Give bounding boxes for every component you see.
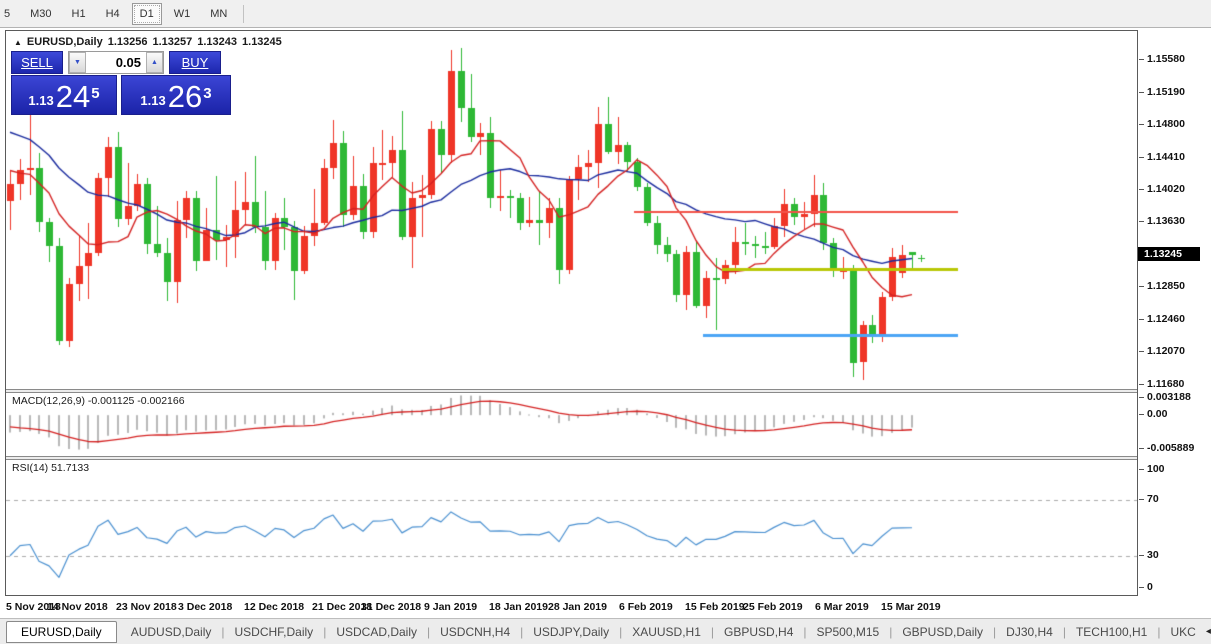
tab-usdjpy-daily[interactable]: USDJPY,Daily: [523, 622, 619, 642]
timeframe-toolbar: 5 M30 H1 H4 D1 W1 MN: [0, 0, 1211, 28]
tab-tech100-h1[interactable]: TECH100,H1: [1066, 622, 1157, 642]
date-tick: 6 Mar 2019: [815, 601, 869, 613]
date-tick: 15 Feb 2019: [685, 601, 745, 613]
date-tick: 23 Nov 2018: [116, 601, 177, 613]
volume-input[interactable]: [86, 52, 146, 73]
sell-price-panel[interactable]: 1.13 24 5: [11, 75, 117, 115]
tab-ukc-truncated[interactable]: UKC: [1160, 622, 1205, 642]
rsi-panel-label: RSI(14) 51.7133: [12, 462, 89, 474]
tab-audusd-daily[interactable]: AUDUSD,Daily: [121, 622, 222, 642]
buy-price-pips: 26: [168, 82, 202, 111]
timeframe-button-h4[interactable]: H4: [98, 3, 128, 25]
date-tick: 18 Jan 2019: [489, 601, 548, 613]
timeframe-button-m30[interactable]: M30: [22, 3, 59, 25]
date-tick: 3 Dec 2018: [178, 601, 232, 613]
date-tick: 15 Mar 2019: [881, 601, 941, 613]
date-tick: 12 Dec 2018: [244, 601, 304, 613]
price-tick: 1.15580: [1147, 53, 1185, 65]
ohlc-open: 1.13256: [108, 36, 148, 48]
one-click-trade-widget: SELL ▼ ▲ BUY 1.13 24 5 1.13 26 3: [11, 51, 236, 115]
tab-xauusd-h1[interactable]: XAUUSD,H1: [622, 622, 711, 642]
macd-axis-tick: 0.00: [1147, 408, 1167, 420]
timeframe-button-d1[interactable]: D1: [132, 3, 162, 25]
ohlc-low: 1.13243: [197, 36, 237, 48]
date-tick: 14 Nov 2018: [47, 601, 108, 613]
price-tick: 1.14020: [1147, 183, 1185, 195]
rsi-axis-tick: 70: [1147, 493, 1159, 505]
tab-usdcad-daily[interactable]: USDCAD,Daily: [326, 622, 427, 642]
tab-usdcnh-h4[interactable]: USDCNH,H4: [430, 622, 520, 642]
timeframe-button-w1[interactable]: W1: [166, 3, 199, 25]
trading-platform-window: 5 M30 H1 H4 D1 W1 MN ▲ EURUSD,Daily 1.13…: [0, 0, 1211, 644]
buy-button[interactable]: BUY: [169, 51, 221, 74]
macd-axis-tick: 0.003188: [1147, 391, 1191, 403]
rsi-indicator-canvas[interactable]: [6, 460, 1138, 597]
price-tick: 1.14410: [1147, 151, 1185, 163]
tab-eurusd-daily[interactable]: EURUSD,Daily: [6, 621, 117, 643]
volume-decrease-icon[interactable]: ▼: [69, 52, 86, 73]
date-axis[interactable]: 5 Nov 2018 14 Nov 2018 23 Nov 2018 3 Dec…: [5, 597, 1137, 618]
date-tick: 31 Dec 2018: [361, 601, 421, 613]
tab-sp500-m15[interactable]: SP500,M15: [807, 622, 890, 642]
ohlc-close: 1.13245: [242, 36, 282, 48]
tab-gbpusd-h4[interactable]: GBPUSD,H4: [714, 622, 803, 642]
price-tick: 1.12070: [1147, 345, 1185, 357]
price-tick: 1.15190: [1147, 86, 1185, 98]
chart-symbol-label: EURUSD,Daily: [27, 36, 103, 48]
date-tick: 6 Feb 2019: [619, 601, 673, 613]
rsi-axis-tick: 30: [1147, 549, 1159, 561]
chart-region: ▲ EURUSD,Daily 1.13256 1.13257 1.13243 1…: [5, 30, 1137, 596]
timeframe-button-h1[interactable]: H1: [64, 3, 94, 25]
tab-dj30-h4[interactable]: DJ30,H4: [996, 622, 1063, 642]
timeframe-button-mn[interactable]: MN: [202, 3, 235, 25]
price-tick: 1.12850: [1147, 280, 1185, 292]
date-tick: 9 Jan 2019: [424, 601, 477, 613]
chart-title: ▲ EURUSD,Daily 1.13256 1.13257 1.13243 1…: [14, 36, 282, 48]
chart-collapse-icon[interactable]: ▲: [14, 38, 22, 47]
buy-price-prefix: 1.13: [140, 91, 165, 111]
symbol-tab-bar: EURUSD,Daily AUDUSD,Daily| USDCHF,Daily|…: [0, 618, 1211, 644]
price-tick: 1.14800: [1147, 118, 1185, 130]
current-price-badge: 1.13245: [1138, 247, 1200, 261]
rsi-axis-tick: 0: [1147, 581, 1153, 593]
date-tick: 28 Jan 2019: [548, 601, 607, 613]
sell-button[interactable]: SELL: [11, 51, 63, 74]
volume-stepper: ▼ ▲: [68, 51, 164, 74]
price-tick: 1.12460: [1147, 313, 1185, 325]
price-tick: 1.11680: [1147, 378, 1184, 390]
timeframe-button-m5[interactable]: 5: [0, 3, 18, 25]
date-tick: 25 Feb 2019: [743, 601, 803, 613]
price-axis[interactable]: 1.15580 1.15190 1.14800 1.14410 1.14020 …: [1137, 30, 1211, 596]
tab-scroll-left-icon[interactable]: ◂: [1206, 626, 1211, 637]
sell-price-pips: 24: [56, 82, 90, 111]
ohlc-high: 1.13257: [152, 36, 192, 48]
sell-price-point: 5: [91, 77, 99, 111]
toolbar-divider: [243, 5, 244, 23]
sell-price-prefix: 1.13: [28, 91, 53, 111]
macd-axis-tick: -0.005889: [1147, 442, 1194, 454]
tab-usdchf-daily[interactable]: USDCHF,Daily: [225, 622, 324, 642]
tab-gbpusd-daily[interactable]: GBPUSD,Daily: [892, 622, 993, 642]
buy-price-point: 3: [203, 77, 211, 111]
rsi-axis-tick: 100: [1147, 463, 1165, 475]
price-tick: 1.13630: [1147, 215, 1185, 227]
volume-increase-icon[interactable]: ▲: [146, 52, 163, 73]
macd-panel-label: MACD(12,26,9) -0.001125 -0.002166: [12, 395, 185, 407]
buy-price-panel[interactable]: 1.13 26 3: [121, 75, 231, 115]
